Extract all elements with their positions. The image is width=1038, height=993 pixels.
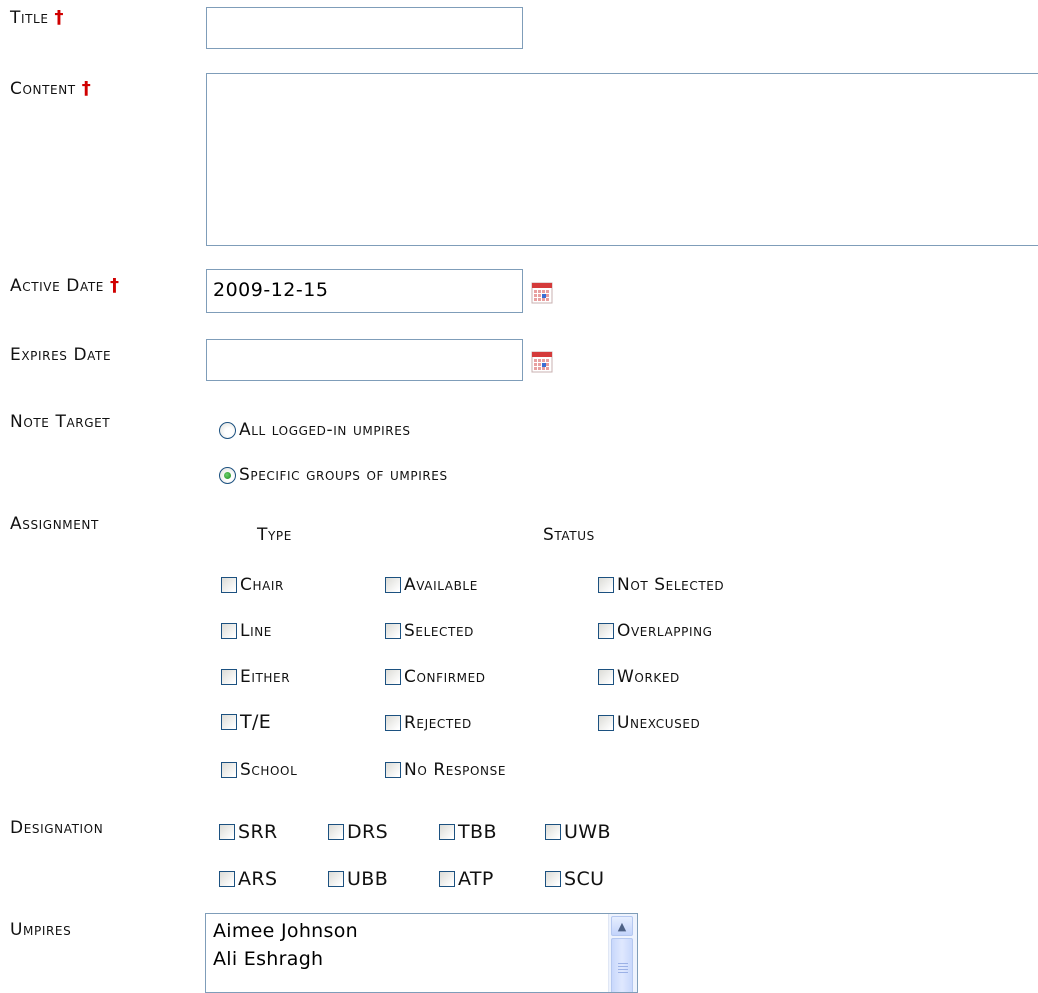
checkbox[interactable] bbox=[385, 715, 401, 731]
designation-label: Designation bbox=[10, 818, 104, 838]
checkbox[interactable] bbox=[385, 669, 401, 685]
required-mark: † bbox=[54, 7, 65, 28]
checkbox[interactable] bbox=[221, 577, 237, 593]
checkbox-srr[interactable]: SRR bbox=[219, 821, 278, 843]
checkbox-ars[interactable]: ARS bbox=[219, 868, 277, 890]
checkbox-confirmed[interactable]: Confirmed bbox=[385, 667, 486, 687]
required-mark: † bbox=[81, 78, 92, 99]
type-header: Type bbox=[257, 525, 292, 545]
radio-specific-groups[interactable]: Specific groups of umpires bbox=[219, 465, 448, 485]
checkbox-selected[interactable]: Selected bbox=[385, 621, 474, 641]
note-target-label: Note Target bbox=[10, 412, 111, 432]
calendar-icon[interactable] bbox=[531, 282, 553, 304]
checkbox-ubb[interactable]: UBB bbox=[328, 868, 388, 890]
checkbox[interactable] bbox=[598, 623, 614, 639]
checkbox-school[interactable]: School bbox=[221, 760, 297, 780]
checkbox-line[interactable]: Line bbox=[221, 621, 272, 641]
active-date-input[interactable]: 2009-12-15 bbox=[206, 269, 523, 313]
checkbox[interactable] bbox=[598, 669, 614, 685]
checkbox[interactable] bbox=[439, 824, 455, 840]
checkbox-overlapping[interactable]: Overlapping bbox=[598, 621, 713, 641]
checkbox[interactable] bbox=[221, 714, 237, 730]
checkbox-tbb[interactable]: TBB bbox=[439, 821, 497, 843]
checkbox[interactable] bbox=[221, 762, 237, 778]
checkbox-unexcused[interactable]: Unexcused bbox=[598, 713, 700, 733]
checkbox[interactable] bbox=[328, 824, 344, 840]
checkbox-scu[interactable]: SCU bbox=[545, 868, 604, 890]
umpires-label: Umpires bbox=[10, 920, 72, 940]
status-header: Status bbox=[543, 525, 595, 545]
expires-date-input[interactable] bbox=[206, 339, 523, 381]
checkbox[interactable] bbox=[219, 871, 235, 887]
radio-button[interactable] bbox=[219, 421, 236, 439]
title-label: Title † bbox=[10, 7, 65, 28]
title-input[interactable] bbox=[206, 7, 523, 49]
checkbox-atp[interactable]: ATP bbox=[439, 868, 494, 890]
checkbox[interactable] bbox=[385, 577, 401, 593]
expires-date-label: Expires Date bbox=[10, 345, 112, 365]
list-item[interactable]: Aimee Johnson bbox=[206, 917, 637, 945]
checkbox-available[interactable]: Available bbox=[385, 575, 478, 595]
radio-all-logged-in[interactable]: All logged-in umpires bbox=[219, 420, 411, 440]
checkbox[interactable] bbox=[385, 762, 401, 778]
checkbox-drs[interactable]: DRS bbox=[328, 821, 388, 843]
scroll-up-arrow-icon[interactable]: ▲ bbox=[611, 916, 633, 936]
scroll-thumb[interactable] bbox=[611, 938, 633, 992]
scrollbar[interactable]: ▲ bbox=[608, 914, 637, 992]
calendar-icon[interactable] bbox=[531, 351, 553, 373]
active-date-label: Active Date † bbox=[10, 275, 120, 296]
content-label: Content † bbox=[10, 78, 92, 99]
checkbox[interactable] bbox=[545, 824, 561, 840]
required-mark: † bbox=[109, 275, 120, 296]
checkbox[interactable] bbox=[598, 715, 614, 731]
umpires-listbox[interactable]: Aimee Johnson Ali Eshragh ▲ bbox=[205, 913, 638, 993]
checkbox-either[interactable]: Either bbox=[221, 667, 290, 687]
checkbox[interactable] bbox=[385, 623, 401, 639]
assignment-label: Assignment bbox=[10, 514, 99, 534]
checkbox-worked[interactable]: Worked bbox=[598, 667, 680, 687]
checkbox[interactable] bbox=[328, 871, 344, 887]
content-textarea[interactable] bbox=[206, 73, 1038, 246]
checkbox[interactable] bbox=[598, 577, 614, 593]
checkbox-rejected[interactable]: Rejected bbox=[385, 713, 472, 733]
checkbox[interactable] bbox=[439, 871, 455, 887]
checkbox[interactable] bbox=[545, 871, 561, 887]
checkbox-chair[interactable]: Chair bbox=[221, 575, 284, 595]
checkbox[interactable] bbox=[221, 669, 237, 685]
checkbox[interactable] bbox=[221, 623, 237, 639]
list-item[interactable]: Ali Eshragh bbox=[206, 945, 637, 973]
radio-button-selected[interactable] bbox=[219, 466, 236, 484]
checkbox[interactable] bbox=[219, 824, 235, 840]
checkbox-not-selected[interactable]: Not Selected bbox=[598, 575, 724, 595]
checkbox-no-response[interactable]: No Response bbox=[385, 760, 506, 780]
checkbox-te[interactable]: T/E bbox=[221, 711, 271, 733]
checkbox-uwb[interactable]: UWB bbox=[545, 821, 611, 843]
